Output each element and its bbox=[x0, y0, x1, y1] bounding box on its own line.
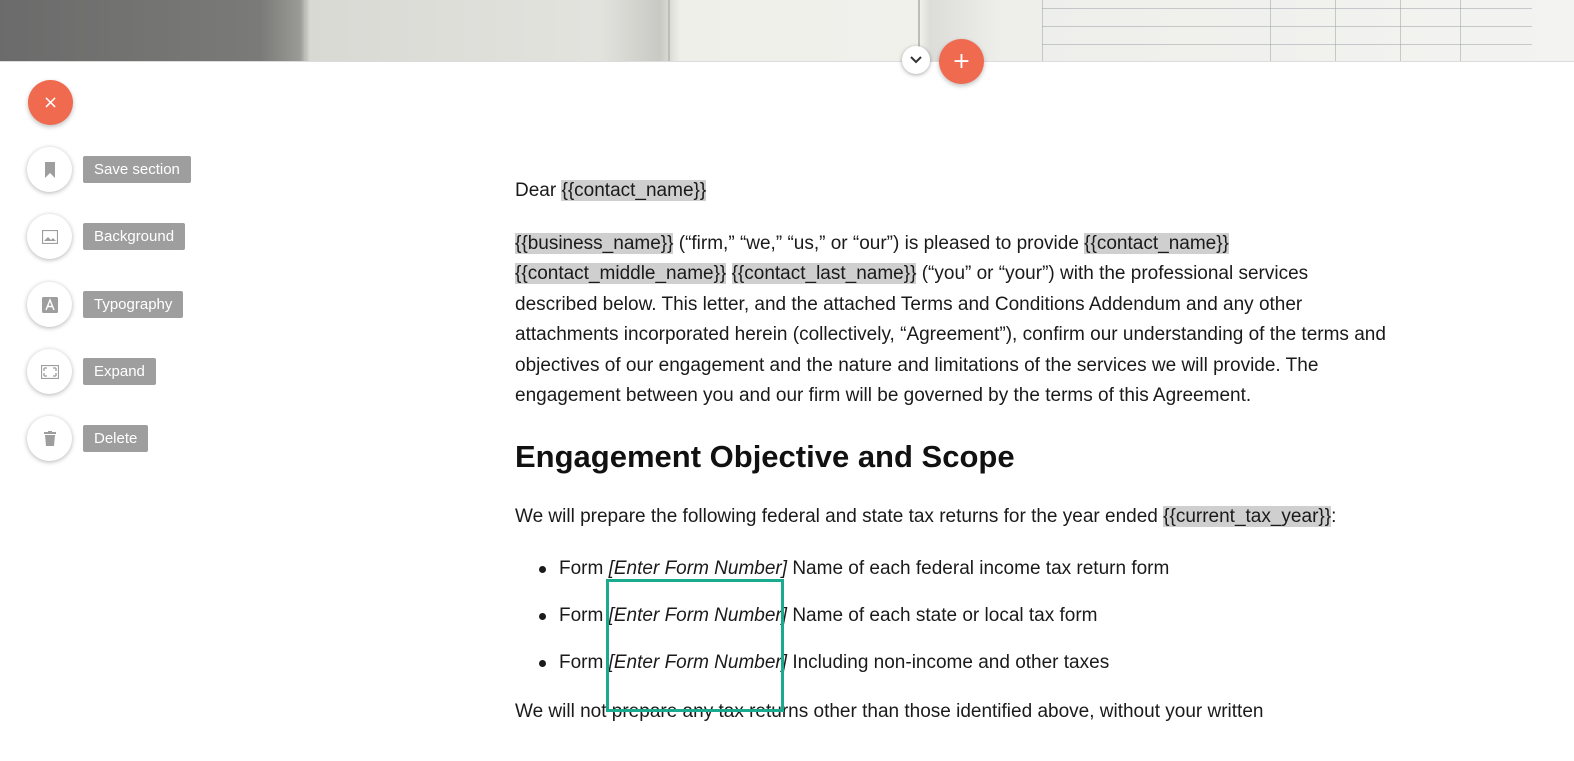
save-section-label: Save section bbox=[83, 156, 191, 183]
text-a-icon bbox=[41, 296, 58, 313]
section-heading[interactable]: Engagement Objective and Scope bbox=[515, 438, 1395, 476]
scope-paragraph[interactable]: We will prepare the following federal an… bbox=[515, 502, 1395, 533]
add-section-button[interactable]: + bbox=[939, 39, 984, 84]
form-prefix: Form bbox=[559, 605, 609, 626]
closing-paragraph[interactable]: We will not prepare any tax returns othe… bbox=[515, 697, 1395, 728]
list-item[interactable]: Form [Enter Form Number] Name of each fe… bbox=[539, 554, 1395, 601]
contact-last-name-merge-tag[interactable]: {{contact_last_name}} bbox=[731, 263, 917, 284]
chevron-down-icon bbox=[910, 56, 922, 64]
typography-label: Typography bbox=[83, 291, 184, 318]
save-section-button[interactable]: Save section bbox=[27, 147, 191, 192]
form-line bbox=[1270, 0, 1271, 61]
bookmark-icon bbox=[44, 161, 55, 178]
form-line bbox=[1335, 0, 1336, 61]
form-description: Name of each federal income tax return f… bbox=[787, 558, 1170, 579]
scope-text: We will prepare the following federal an… bbox=[515, 505, 1164, 527]
contact-name-merge-tag[interactable]: {{contact_name}} bbox=[1084, 232, 1229, 254]
image-fold bbox=[668, 0, 670, 61]
typography-circle[interactable] bbox=[27, 282, 72, 327]
current-tax-year-merge-tag[interactable]: {{current_tax_year}} bbox=[1163, 505, 1332, 527]
save-section-circle[interactable] bbox=[27, 147, 72, 192]
section-background-image bbox=[0, 0, 1574, 62]
intro-paragraph[interactable]: {{business_name}} (“firm,” “we,” “us,” o… bbox=[515, 229, 1395, 412]
form-number-placeholder[interactable]: [Enter Form Number] bbox=[609, 652, 787, 673]
form-prefix: Form bbox=[559, 652, 609, 673]
trash-icon bbox=[43, 431, 56, 446]
expand-button[interactable]: Expand bbox=[27, 349, 156, 394]
background-circle[interactable] bbox=[27, 214, 72, 259]
contact-middle-name-merge-tag[interactable]: {{contact_middle_name}} bbox=[515, 263, 727, 284]
close-icon: × bbox=[42, 92, 59, 113]
contact-name-merge-tag[interactable]: {{contact_name}} bbox=[561, 180, 707, 201]
collapse-section-button[interactable] bbox=[902, 46, 930, 74]
image-fold bbox=[304, 0, 306, 61]
form-description: Including non-income and other taxes bbox=[787, 652, 1110, 673]
expand-circle[interactable] bbox=[27, 349, 72, 394]
intro-text-1: (“firm,” “we,” “us,” or “our”) is please… bbox=[673, 232, 1085, 254]
expand-label: Expand bbox=[83, 358, 156, 385]
intro-text-2: (“you” or “your”) with the professional … bbox=[515, 263, 1386, 406]
delete-button[interactable]: Delete bbox=[27, 416, 149, 461]
expand-icon bbox=[40, 364, 59, 379]
form-line bbox=[1042, 44, 1532, 45]
form-description: Name of each state or local tax form bbox=[787, 605, 1098, 626]
delete-label: Delete bbox=[83, 425, 149, 452]
greeting-text: Dear bbox=[515, 180, 562, 201]
list-item[interactable]: Form [Enter Form Number] Including non-i… bbox=[539, 648, 1395, 695]
form-line bbox=[1400, 0, 1401, 61]
image-icon bbox=[41, 229, 58, 244]
list-item[interactable]: Form [Enter Form Number] Name of each st… bbox=[539, 601, 1395, 648]
form-line bbox=[1460, 0, 1461, 61]
form-number-placeholder[interactable]: [Enter Form Number] bbox=[609, 558, 787, 579]
form-line bbox=[1042, 26, 1532, 27]
typography-button[interactable]: Typography bbox=[27, 282, 184, 327]
background-button[interactable]: Background bbox=[27, 214, 186, 259]
close-tools-button[interactable]: × bbox=[28, 80, 73, 125]
form-number-placeholder[interactable]: [Enter Form Number] bbox=[609, 605, 787, 626]
delete-circle[interactable] bbox=[27, 416, 72, 461]
document-section[interactable]: Dear {{contact_name}} {{business_name}} … bbox=[515, 176, 1395, 728]
form-line bbox=[1042, 8, 1532, 9]
form-list: Form [Enter Form Number] Name of each fe… bbox=[515, 554, 1395, 695]
scope-text-end: : bbox=[1331, 505, 1337, 527]
form-line bbox=[1042, 0, 1043, 61]
form-prefix: Form bbox=[559, 558, 609, 579]
greeting-line[interactable]: Dear {{contact_name}} bbox=[515, 176, 1395, 207]
background-label: Background bbox=[83, 223, 186, 250]
business-name-merge-tag[interactable]: {{business_name}} bbox=[515, 232, 674, 254]
plus-icon: + bbox=[952, 48, 971, 74]
